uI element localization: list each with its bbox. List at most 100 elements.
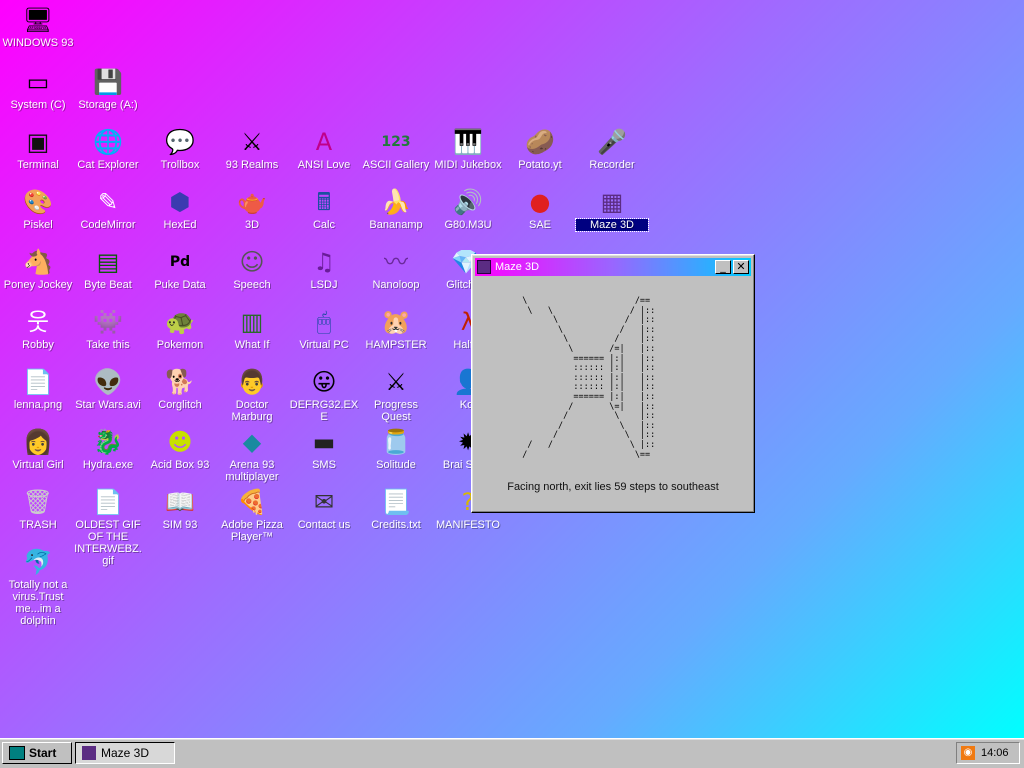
- doctor-icon: 👨: [237, 368, 267, 396]
- desktop-icon-label: HexEd: [163, 219, 197, 231]
- desktop-icon-credits[interactable]: 📃 Credits.txt: [360, 486, 432, 531]
- desktop-icon-calc[interactable]: 🖩 Calc: [288, 186, 360, 231]
- desktop-icon-label: ASCII Gallery: [362, 159, 430, 171]
- desktop-icon-puke-data[interactable]: Pd Puke Data: [144, 246, 216, 291]
- terminal-icon: ▣: [26, 128, 50, 156]
- desktop-icon-label: Totally not a virus.Trust me...im a dolp…: [8, 579, 68, 627]
- desktop-icon-byte-beat[interactable]: ▤ Byte Beat: [72, 246, 144, 291]
- ball-icon: ●: [529, 188, 551, 216]
- desktop-icon-acid-box[interactable]: ☻ Acid Box 93: [144, 426, 216, 471]
- desktop-icon-corglitch[interactable]: 🐕 Corglitch: [144, 366, 216, 411]
- close-button[interactable]: ✕: [733, 260, 749, 274]
- desktop-icon-solitude[interactable]: 🫙 Solitude: [360, 426, 432, 471]
- desktop-icon-ascii-gallery[interactable]: 123 ASCII Gallery: [360, 126, 432, 171]
- desktop-icon-pokemon[interactable]: 🐢 Pokemon: [144, 306, 216, 351]
- desktop-icon-g80m3u[interactable]: 🔊 G80.M3U: [432, 186, 504, 231]
- desktop-icon-label: WINDOWS 93: [2, 37, 74, 49]
- desktop-icon-label: Progress Quest: [373, 399, 419, 423]
- desktop-icon-label: System (C): [10, 99, 66, 111]
- desktop-icon-dolphin[interactable]: 🐬 Totally not a virus.Trust me...im a dol…: [2, 546, 74, 627]
- desktop-icon-trash[interactable]: 🗑 TRASH: [2, 486, 74, 531]
- desktop-icon-nanoloop[interactable]: 〰 Nanoloop: [360, 246, 432, 291]
- pony-icon: 🐴: [23, 248, 53, 276]
- taskbar-item-maze-3d[interactable]: Maze 3D: [75, 742, 175, 764]
- start-button[interactable]: Start: [2, 742, 72, 764]
- pokemon-icon: 🐢: [165, 308, 195, 336]
- desktop-icon-what-if[interactable]: ▥ What If: [216, 306, 288, 351]
- window-titlebar[interactable]: Maze 3D _ ✕: [475, 258, 751, 276]
- desktop-icon-lsdj[interactable]: ♫ LSDJ: [288, 246, 360, 291]
- desktop-icon-system-c[interactable]: ▭ System (C): [2, 66, 74, 111]
- desktop-icon-codemirror[interactable]: ✎ CodeMirror: [72, 186, 144, 231]
- pixel-man-icon: 👾: [93, 308, 123, 336]
- desktop-icon-trollbox[interactable]: 💬 Trollbox: [144, 126, 216, 171]
- maze-3d-window[interactable]: Maze 3D _ ✕ \ /== \ \ / |:: \ / |:: \ / …: [471, 254, 755, 513]
- jar-icon: 🫙: [381, 428, 411, 456]
- desktop-icon-take-this[interactable]: 👾 Take this: [72, 306, 144, 351]
- desktop-icon-storage-a[interactable]: 💾 Storage (A:): [72, 66, 144, 111]
- desktop-icon-windows93[interactable]: 🖥 WINDOWS 93: [2, 4, 74, 49]
- rss-icon[interactable]: ◉: [961, 746, 975, 760]
- stickman-icon: 웃: [26, 308, 50, 336]
- desktop-icon-3d[interactable]: 🫖 3D: [216, 186, 288, 231]
- desktop-icon-star-wars[interactable]: 👽 Star Wars.avi: [72, 366, 144, 411]
- desktop-icon-terminal[interactable]: ▣ Terminal: [2, 126, 74, 171]
- desktop-icon-recorder[interactable]: 🎤 Recorder: [576, 126, 648, 171]
- desktop-icon-label: SMS: [312, 459, 336, 471]
- desktop-icon-hexed[interactable]: ⬢ HexEd: [144, 186, 216, 231]
- desktop-icon-maze-3d[interactable]: ▦ Maze 3D: [575, 186, 649, 232]
- dolphin-icon: 🐬: [23, 548, 53, 576]
- desktop-icon-label: Nanoloop: [372, 279, 420, 291]
- desktop-icon-label: Contact us: [297, 519, 351, 531]
- desktop-icon-midi-jukebox[interactable]: 🎹 MIDI Jukebox: [432, 126, 504, 171]
- desktop-icon-virtual-girl[interactable]: 👩 Virtual Girl: [2, 426, 74, 471]
- desktop-icon-progress-quest[interactable]: ⚔ Progress Quest: [360, 366, 432, 423]
- desktop-icon-label: Speech: [233, 279, 271, 291]
- desktop-icon-cat-explorer[interactable]: 🌐 Cat Explorer: [72, 126, 144, 171]
- desktop-icon-sae[interactable]: ● SAE: [504, 186, 576, 231]
- desktop-icon-label: Maze 3D: [575, 218, 649, 232]
- virtual-pc-icon: 🖱: [316, 308, 332, 336]
- book-icon: 📖: [165, 488, 195, 516]
- desktop-icon-robby[interactable]: 웃 Robby: [2, 306, 74, 351]
- maze-icon: [82, 746, 96, 760]
- desktop: 🖥 WINDOWS 93 ▭ System (C) 💾 Storage (A:) ▣ Term…: [0, 0, 1024, 738]
- desktop-icon-label: Arena 93 multiplayer: [225, 459, 279, 483]
- desktop-icon-contact-us[interactable]: ✉ Contact us: [288, 486, 360, 531]
- desktop-icon-adobe-pizza[interactable]: 🍕 Adobe Pizza Player™: [216, 486, 288, 543]
- desktop-icon-ansi-love[interactable]: A ANSI Love: [288, 126, 360, 171]
- desktop-icon-poney-jockey[interactable]: 🐴 Poney Jockey: [2, 246, 74, 291]
- contact-icon: ✉: [313, 488, 335, 516]
- desktop-icon-label: SIM 93: [162, 519, 198, 531]
- desktop-icon-doctor-marburg[interactable]: 👨 Doctor Marburg: [216, 366, 288, 423]
- desktop-icon-label: Solitude: [376, 459, 416, 471]
- desktop-icon-oldest-gif[interactable]: 📄 OLDEST GIF OF THE INTERWEBZ.gif: [72, 486, 144, 567]
- desktop-icon-piskel[interactable]: 🎨 Piskel: [2, 186, 74, 231]
- desktop-icon-potato-yt[interactable]: 🥔 Potato.yt: [504, 126, 576, 171]
- desktop-icon-label: Hydra.exe: [82, 459, 134, 471]
- desktop-icon-lenna[interactable]: 📄 lenna.png: [2, 366, 74, 411]
- desktop-icon-sms[interactable]: ▬ SMS: [288, 426, 360, 471]
- desktop-icon-arena-93[interactable]: ◆ Arena 93 multiplayer: [216, 426, 288, 483]
- desktop-icon-label: Pokemon: [156, 339, 204, 351]
- desktop-icon-label: ANSI Love: [297, 159, 351, 171]
- maze-ascii-view[interactable]: \ /== \ \ / |:: \ / |:: \ / |:: \ / |:: …: [512, 296, 732, 477]
- bytebeat-icon: ▤: [96, 248, 120, 276]
- desktop-icon-sim93[interactable]: 📖 SIM 93: [144, 486, 216, 531]
- desktop-icon-label: Credits.txt: [371, 519, 421, 531]
- desktop-icon-bananamp[interactable]: 🍌 Bananamp: [360, 186, 432, 231]
- taskbar-item-label: Maze 3D: [101, 746, 150, 760]
- desktop-icon-speech[interactable]: ☺ Speech: [216, 246, 288, 291]
- desktop-icon-93-realms[interactable]: ⚔ 93 Realms: [216, 126, 288, 171]
- desktop-icon-label: lenna.png: [13, 399, 63, 411]
- desktop-icon-defrag[interactable]: 😛 DEFRG32.EXE: [288, 366, 360, 423]
- desktop-icon-label: Doctor Marburg: [231, 399, 273, 423]
- desktop-icon-virtual-pc[interactable]: 🖱 Virtual PC: [288, 306, 360, 351]
- image-file-icon: 📄: [23, 368, 53, 396]
- desktop-icon-hydra[interactable]: 🐉 Hydra.exe: [72, 426, 144, 471]
- minimize-button[interactable]: _: [715, 260, 731, 274]
- desktop-icon-hampster[interactable]: 🐹 HAMPSTER: [360, 306, 432, 351]
- desktop-icon-label: SAE: [528, 219, 551, 231]
- yoda-icon: 👽: [93, 368, 123, 396]
- gif-file-icon: 📄: [93, 488, 123, 516]
